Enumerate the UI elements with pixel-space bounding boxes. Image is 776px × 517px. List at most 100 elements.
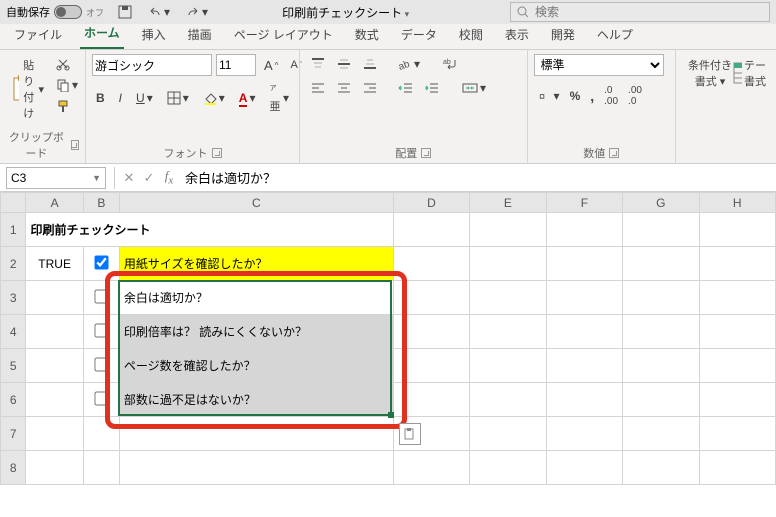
font-size-select[interactable]	[216, 54, 256, 76]
tab-insert[interactable]: 挿入	[138, 22, 170, 49]
cell[interactable]	[699, 383, 775, 417]
cell[interactable]	[623, 213, 699, 247]
paste-options-button[interactable]	[399, 423, 421, 445]
cell[interactable]	[393, 383, 469, 417]
font-launcher[interactable]	[212, 148, 222, 158]
cell[interactable]	[623, 315, 699, 349]
cell[interactable]	[623, 417, 699, 451]
tab-data[interactable]: データ	[397, 22, 441, 49]
cell-A6[interactable]	[26, 383, 83, 417]
tab-formulas[interactable]: 数式	[351, 22, 383, 49]
cell-C4[interactable]: 印刷倍率は？ 読みにくくないか？	[119, 315, 393, 349]
checkbox-4[interactable]	[94, 357, 108, 371]
search-box[interactable]	[510, 2, 770, 22]
checkbox-2[interactable]	[94, 289, 108, 303]
enter-button[interactable]: ✓	[139, 170, 159, 186]
cell[interactable]	[546, 281, 622, 315]
cell[interactable]	[393, 315, 469, 349]
cell[interactable]	[119, 451, 393, 485]
increase-indent-button[interactable]	[420, 78, 444, 98]
cell[interactable]	[470, 383, 546, 417]
cell[interactable]	[623, 349, 699, 383]
tab-developer[interactable]: 開発	[547, 22, 579, 49]
sheet-title[interactable]: 印刷前チェックシート	[26, 213, 393, 247]
merge-center-button[interactable]: ▾	[458, 78, 490, 98]
cell[interactable]	[470, 315, 546, 349]
copy-button[interactable]: ▾	[52, 75, 82, 95]
cell[interactable]	[546, 213, 622, 247]
checkbox-3[interactable]	[94, 323, 108, 337]
search-input[interactable]	[535, 5, 763, 19]
cell[interactable]	[470, 247, 546, 281]
tab-page-layout[interactable]: ページ レイアウト	[230, 22, 337, 49]
cell[interactable]	[699, 213, 775, 247]
conditional-format-button[interactable]: 条件付き 書式 ▾	[682, 54, 724, 92]
checkbox-5[interactable]	[94, 391, 108, 405]
tab-home[interactable]: ホーム	[80, 20, 124, 49]
cell[interactable]	[699, 451, 775, 485]
bold-button[interactable]: B	[92, 88, 109, 108]
cell[interactable]	[393, 247, 469, 281]
tab-view[interactable]: 表示	[501, 22, 533, 49]
formula-input[interactable]	[179, 170, 776, 185]
alignment-launcher[interactable]	[421, 148, 431, 158]
cell[interactable]	[470, 213, 546, 247]
cell[interactable]	[546, 349, 622, 383]
autosave-toggle[interactable]: 自動保存 オフ	[6, 4, 104, 20]
cell[interactable]	[699, 247, 775, 281]
cell-B6[interactable]	[83, 383, 119, 417]
cell[interactable]	[470, 451, 546, 485]
cell[interactable]	[699, 281, 775, 315]
cell-A4[interactable]	[26, 315, 83, 349]
wrap-text-button[interactable]: ab	[438, 54, 462, 74]
cancel-button[interactable]: ✕	[119, 170, 139, 186]
tab-draw[interactable]: 描画	[184, 22, 216, 49]
cell[interactable]	[699, 417, 775, 451]
col-header-F[interactable]: F	[546, 193, 622, 213]
row-header-4[interactable]: 4	[1, 315, 26, 349]
format-as-table-button[interactable]: テー 書式	[728, 54, 770, 92]
tab-file[interactable]: ファイル	[10, 22, 66, 49]
col-header-A[interactable]: A	[26, 193, 83, 213]
cell-B3[interactable]	[83, 281, 119, 315]
row-header-8[interactable]: 8	[1, 451, 26, 485]
col-header-G[interactable]: G	[623, 193, 699, 213]
accounting-format-button[interactable]: ¤▾	[534, 86, 564, 106]
align-top-button[interactable]	[306, 54, 330, 74]
col-header-C[interactable]: C	[119, 193, 393, 213]
cell[interactable]	[393, 349, 469, 383]
row-header-2[interactable]: 2	[1, 247, 26, 281]
number-format-select[interactable]: 標準	[534, 54, 664, 76]
cell[interactable]	[546, 417, 622, 451]
italic-button[interactable]: I	[115, 88, 126, 108]
cell-B5[interactable]	[83, 349, 119, 383]
align-middle-button[interactable]	[332, 54, 356, 74]
cell-C6[interactable]: 部数に過不足はないか？	[119, 383, 393, 417]
format-painter-button[interactable]	[52, 96, 82, 116]
underline-button[interactable]: U ▾	[132, 88, 157, 108]
col-header-B[interactable]: B	[83, 193, 119, 213]
percent-button[interactable]: %	[566, 86, 585, 106]
align-bottom-button[interactable]	[358, 54, 382, 74]
row-header-3[interactable]: 3	[1, 281, 26, 315]
row-header-7[interactable]: 7	[1, 417, 26, 451]
col-header-D[interactable]: D	[393, 193, 469, 213]
cell[interactable]	[699, 315, 775, 349]
redo-button[interactable]: ▾	[182, 2, 212, 22]
increase-font-button[interactable]: A^	[260, 55, 282, 76]
checkbox-1[interactable]	[94, 255, 108, 269]
cell[interactable]	[546, 247, 622, 281]
cell[interactable]	[470, 281, 546, 315]
worksheet-grid[interactable]: A B C D E F G H 1 印刷前チェックシート 2 TRUE 用紙サイ…	[0, 192, 776, 485]
cell[interactable]	[623, 451, 699, 485]
cell-C2[interactable]: 用紙サイズを確認したか？	[119, 247, 393, 281]
paste-button[interactable]: 貼り付け▾	[6, 54, 48, 124]
cell[interactable]	[26, 417, 83, 451]
cell[interactable]	[699, 349, 775, 383]
row-header-5[interactable]: 5	[1, 349, 26, 383]
fill-color-button[interactable]: ▾	[199, 88, 229, 108]
phonetic-button[interactable]: ア亜▾	[265, 80, 293, 117]
cell-C5[interactable]: ページ数を確認したか？	[119, 349, 393, 383]
cell-A3[interactable]	[26, 281, 83, 315]
document-title[interactable]: 印刷前チェックシート	[282, 4, 409, 21]
